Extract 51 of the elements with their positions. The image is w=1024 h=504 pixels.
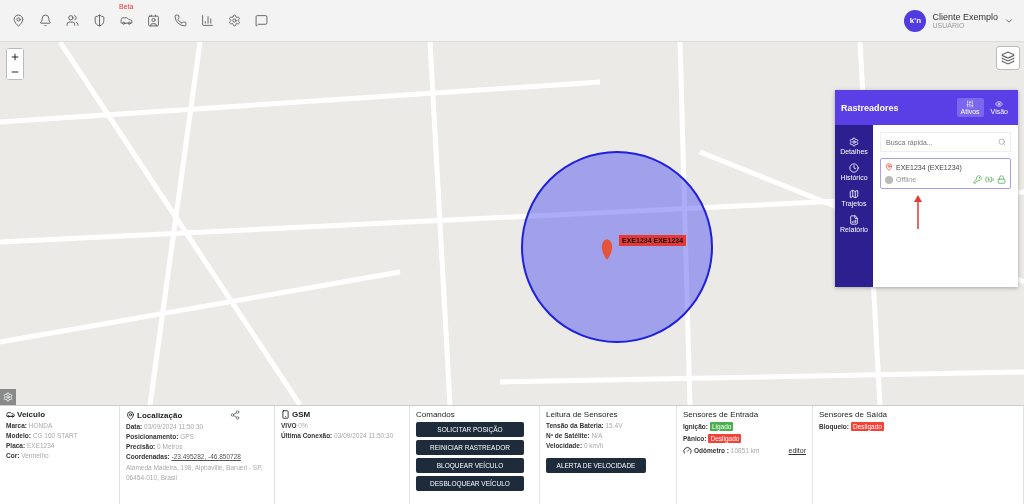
settings-button[interactable] (226, 12, 243, 29)
section-title: Leitura de Sensores (546, 410, 619, 419)
car-icon (120, 14, 133, 27)
section-title: Sensores de Saída (819, 410, 889, 419)
phone-icon (174, 14, 187, 27)
users-button[interactable] (64, 12, 81, 29)
layers-icon (1001, 51, 1015, 65)
eye-icon (995, 100, 1004, 108)
chart-button[interactable] (199, 12, 216, 29)
map-pin-icon (885, 163, 893, 171)
search-icon (998, 138, 1006, 146)
map-icon (849, 189, 859, 199)
shield-icon (93, 14, 106, 27)
section-title: Localização (137, 410, 183, 420)
user-avatar[interactable]: k'n (904, 9, 927, 32)
bell-icon (39, 14, 52, 27)
map-pin-icon (126, 410, 135, 420)
clock-icon (849, 163, 859, 173)
contact-card-icon (147, 14, 160, 27)
users-icon (66, 14, 79, 27)
section-title: Comandos (416, 410, 456, 419)
settings-icon (228, 14, 241, 27)
report-icon (849, 215, 859, 225)
gauge-icon (683, 446, 692, 455)
settings-icon (849, 137, 859, 147)
phone-button[interactable] (172, 12, 189, 29)
contact-card-button[interactable] (145, 12, 162, 29)
chart-icon (201, 14, 214, 27)
section-title: GSM (292, 410, 311, 419)
share-icon[interactable] (230, 410, 240, 420)
key-icon (973, 175, 982, 184)
lock-icon (997, 175, 1006, 184)
section-title: Veículo (17, 410, 45, 419)
section-title: Sensores de Entrada (683, 410, 760, 419)
bell-button[interactable] (37, 12, 54, 29)
map-marker-icon[interactable] (601, 239, 613, 260)
settings-button[interactable] (0, 389, 16, 405)
message-icon (255, 14, 268, 27)
settings-icon (3, 392, 13, 402)
map-pin-icon (12, 14, 25, 27)
battery-icon (985, 175, 994, 184)
car-icon (6, 410, 15, 419)
phone-chip-icon (281, 410, 290, 419)
sliders-icon (966, 100, 975, 108)
message-button[interactable] (253, 12, 270, 29)
panel-title: Rastreadores (841, 102, 900, 113)
user-name: Cliente Exemplo (932, 12, 998, 22)
plus-icon (10, 51, 20, 62)
layers-button[interactable] (996, 46, 1020, 70)
zoom-in-button[interactable] (7, 49, 23, 64)
arrow-icon (914, 195, 922, 229)
